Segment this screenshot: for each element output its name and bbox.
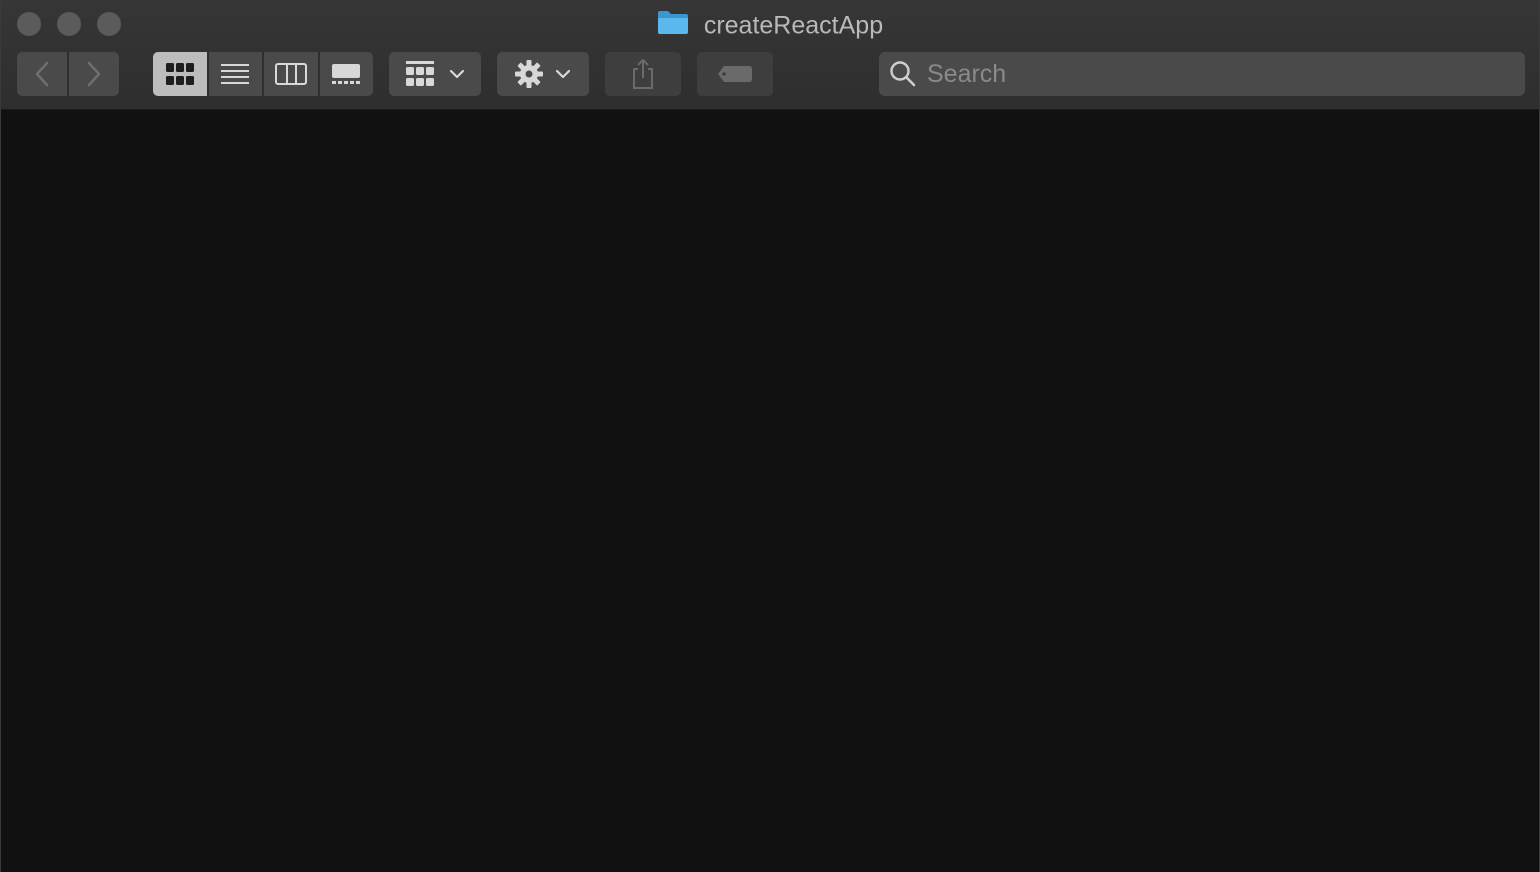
share-button[interactable]	[605, 52, 681, 96]
window-title: createReactApp	[1, 6, 1539, 42]
search-input[interactable]	[925, 58, 1489, 90]
icon-view-icon	[165, 63, 194, 85]
chevron-left-icon	[35, 61, 49, 87]
tag-icon	[718, 66, 752, 82]
search-field[interactable]	[879, 52, 1525, 96]
back-button[interactable]	[17, 52, 67, 96]
finder-window: createReactApp	[0, 0, 1540, 872]
column-view-icon	[274, 63, 307, 85]
titlebar: createReactApp	[1, 0, 1539, 110]
group-grid-icon	[406, 61, 434, 86]
chevron-down-icon	[449, 69, 465, 79]
view-mode-control	[153, 52, 373, 96]
share-icon	[633, 59, 653, 89]
search-icon	[890, 61, 916, 87]
list-view-icon	[221, 64, 250, 84]
gallery-view-button[interactable]	[320, 52, 374, 96]
chevron-right-icon	[87, 61, 101, 87]
navigation-group	[17, 52, 119, 96]
gear-icon	[515, 60, 543, 88]
tags-button[interactable]	[697, 52, 773, 96]
column-view-button[interactable]	[264, 52, 320, 96]
folder-icon	[657, 11, 688, 35]
gallery-view-icon	[332, 64, 361, 84]
list-view-button[interactable]	[209, 52, 264, 96]
forward-button[interactable]	[69, 52, 119, 96]
file-browser-content[interactable]	[1, 110, 1539, 872]
chevron-down-icon	[555, 69, 571, 79]
action-menu-button[interactable]	[497, 52, 589, 96]
window-title-text: createReactApp	[703, 11, 884, 40]
icon-view-button[interactable]	[153, 52, 209, 96]
group-by-button[interactable]	[389, 52, 481, 96]
